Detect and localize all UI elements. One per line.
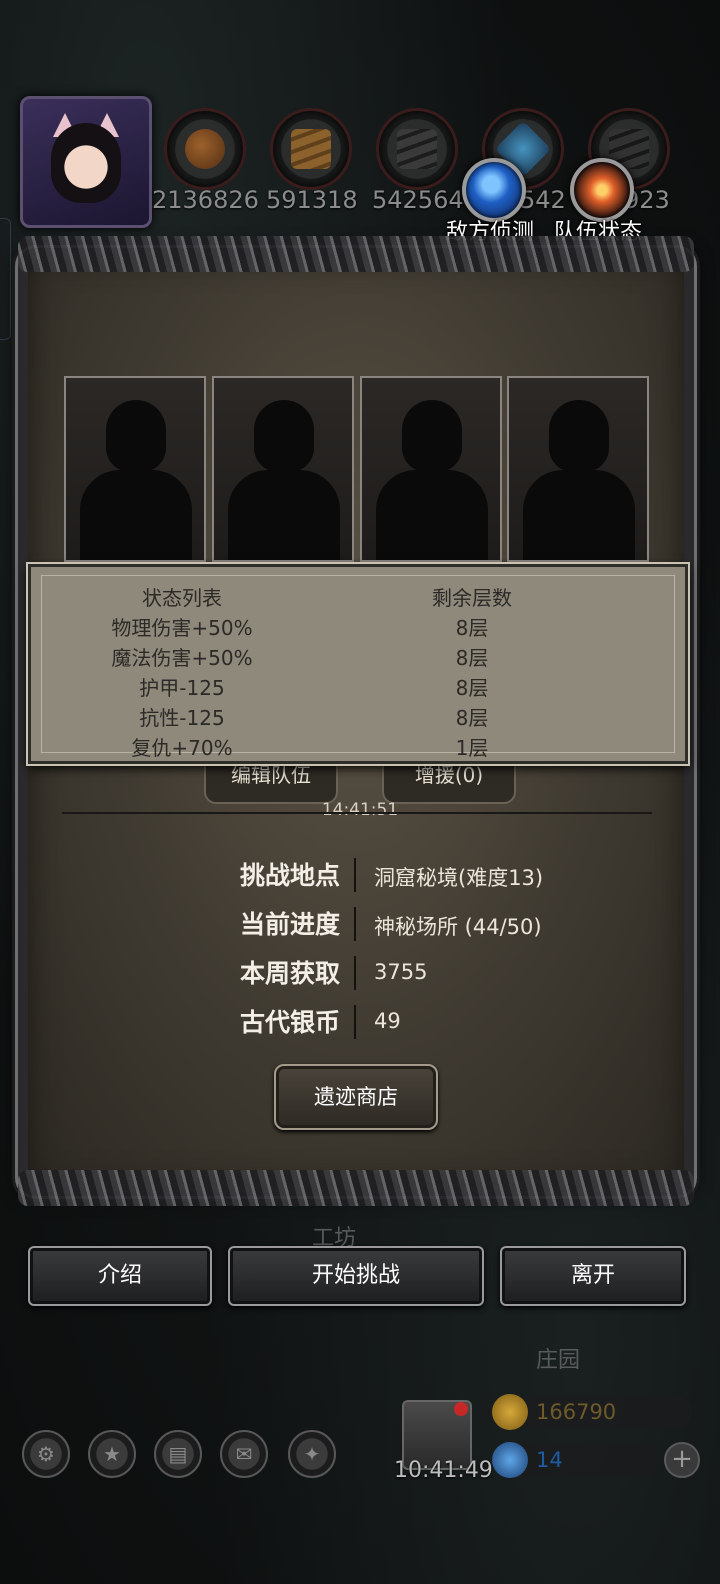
status-list-popup: 状态列表 剩余层数 物理伤害+50% 8层 魔法伤害+50% 8层 护甲-125… — [28, 564, 688, 764]
info-separator — [354, 858, 356, 892]
start-challenge-button[interactable]: 开始挑战 — [228, 1246, 484, 1306]
status-header-layers: 剩余层数 — [432, 586, 512, 610]
enemy-scout-icon[interactable] — [462, 158, 526, 222]
avatar-portrait — [51, 123, 121, 203]
team-slot-4[interactable] — [507, 376, 649, 562]
info-separator — [354, 956, 356, 990]
panel-ornament-top — [18, 236, 694, 272]
status-layers: 8层 — [455, 676, 489, 700]
player-avatar[interactable] — [20, 96, 152, 228]
status-name: 魔法伤害+50% — [111, 646, 253, 670]
gold-amount: 166790 — [536, 1400, 617, 1424]
countdown-timer: 14:41:51 — [321, 800, 399, 820]
status-header-row: 状态列表 剩余层数 — [42, 582, 674, 612]
status-layers: 8层 — [455, 616, 489, 640]
reinforce-button[interactable]: 增援(0) — [382, 760, 516, 804]
info-separator — [354, 1005, 356, 1039]
iron-icon[interactable] — [376, 108, 458, 190]
status-name: 复仇+70% — [131, 736, 233, 760]
leave-button[interactable]: 离开 — [500, 1246, 686, 1306]
section-divider — [62, 812, 652, 814]
gem-icon — [492, 1442, 528, 1478]
notification-dot — [454, 1402, 468, 1416]
status-layers: 8层 — [455, 706, 489, 730]
ruins-shop-button[interactable]: 遗迹商店 — [274, 1064, 438, 1130]
status-list-frame: 状态列表 剩余层数 物理伤害+50% 8层 魔法伤害+50% 8层 护甲-125… — [41, 575, 675, 760]
status-row: 魔法伤害+50% 8层 — [42, 642, 674, 672]
location-value: 洞窟秘境(难度13) — [374, 866, 544, 890]
status-header-name: 状态列表 — [142, 586, 222, 610]
handshake-icon[interactable]: ✦ — [288, 1430, 336, 1478]
resource-value-crystal: 542 — [520, 186, 566, 214]
mail-icon[interactable]: ✉ — [220, 1430, 268, 1478]
add-currency-button[interactable]: + — [664, 1442, 700, 1478]
event-clock: 10:41:49 — [394, 1458, 493, 1483]
bread-icon[interactable] — [164, 108, 246, 190]
status-name: 抗性-125 — [139, 706, 225, 730]
star-icon[interactable]: ★ — [88, 1430, 136, 1478]
team-slot-2[interactable] — [212, 376, 354, 562]
settings-icon[interactable]: ⚙ — [22, 1430, 70, 1478]
resource-value-iron: 542564 — [372, 186, 464, 214]
manor-label[interactable]: 庄园 — [536, 1342, 580, 1374]
status-layers: 8层 — [455, 646, 489, 670]
edit-team-button[interactable]: 编辑队伍 — [204, 760, 338, 804]
weekly-value: 3755 — [374, 960, 428, 984]
progress-value: 神秘场所 (44/50) — [374, 915, 542, 939]
progress-label: 当前进度 — [239, 910, 340, 939]
intro-button[interactable]: 介绍 — [28, 1246, 212, 1306]
status-row: 抗性-125 8层 — [42, 702, 674, 732]
status-name: 物理伤害+50% — [111, 616, 253, 640]
gold-coin-icon — [492, 1394, 528, 1430]
status-row: 复仇+70% 1层 — [42, 732, 674, 762]
panel-ornament-bottom — [18, 1170, 694, 1206]
side-drawer-handle[interactable] — [0, 218, 11, 340]
location-label: 挑战地点 — [239, 861, 340, 890]
gem-amount: 14 — [536, 1448, 563, 1472]
info-separator — [354, 907, 356, 941]
book-icon[interactable]: ▤ — [154, 1430, 202, 1478]
status-row: 物理伤害+50% 8层 — [42, 612, 674, 642]
resource-value-wood: 591318 — [266, 186, 358, 214]
resource-value-bread: 2136826 — [152, 186, 259, 214]
status-row: 护甲-125 8层 — [42, 672, 674, 702]
team-slot-3[interactable] — [360, 376, 502, 562]
weekly-label: 本周获取 — [239, 959, 340, 988]
team-status-icon[interactable] — [570, 158, 634, 222]
ancient-coin-value: 49 — [374, 1009, 401, 1033]
ancient-coin-label: 古代银币 — [239, 1008, 340, 1037]
status-layers: 1层 — [455, 736, 489, 760]
team-slot-1[interactable] — [64, 376, 206, 562]
wood-icon[interactable] — [270, 108, 352, 190]
status-name: 护甲-125 — [139, 676, 225, 700]
